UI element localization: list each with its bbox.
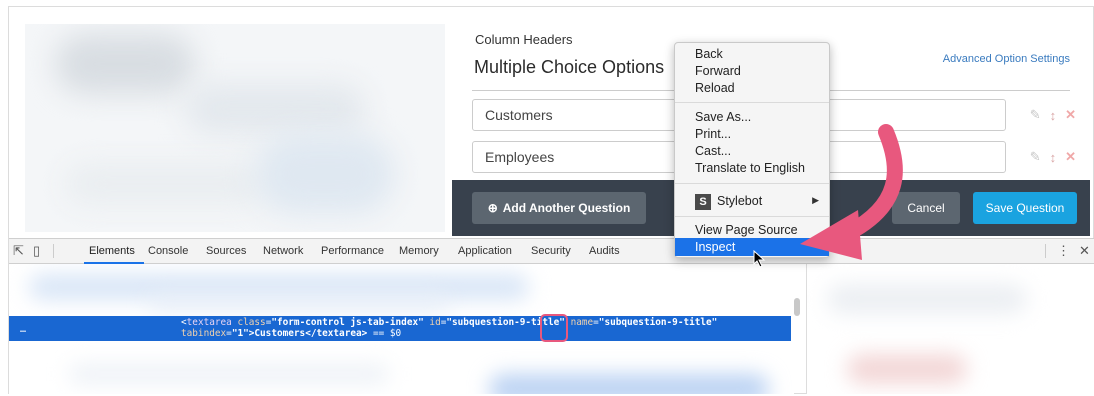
id-highlight-annotation <box>540 314 568 342</box>
tab-sources[interactable]: Sources <box>206 245 246 257</box>
menu-item-print[interactable]: Print... <box>695 127 731 141</box>
menu-item-view-page-source[interactable]: View Page Source <box>695 223 798 237</box>
screenshot-frame: Column Headers Multiple Choice Options A… <box>0 0 1094 396</box>
code-suffix: == $0 <box>372 328 402 339</box>
add-question-label: Add Another Question <box>502 201 631 215</box>
tab-performance[interactable]: Performance <box>321 245 384 257</box>
column-headers-label: Column Headers <box>475 32 573 47</box>
code-value: "subquestion-9-title" <box>598 317 718 328</box>
devtools-tab-bar: ⇱ ▯ Elements Console Sources Network Per… <box>9 238 1094 264</box>
delete-icon[interactable]: ✕ <box>1065 149 1076 165</box>
menu-separator <box>675 102 829 103</box>
ellipsis-marker: … <box>20 324 27 335</box>
menu-item-forward[interactable]: Forward <box>695 64 741 78</box>
tab-separator <box>1045 244 1046 258</box>
move-icon[interactable]: ↕ <box>1050 108 1057 123</box>
menu-item-save-as[interactable]: Save As... <box>695 110 751 124</box>
tab-separator <box>53 244 54 258</box>
option-actions: ✎ ↕ ✕ <box>1016 141 1076 173</box>
menu-item-translate[interactable]: Translate to English <box>695 161 805 175</box>
menu-item-inspect[interactable]: Inspect <box>695 240 735 254</box>
delete-icon[interactable]: ✕ <box>1065 107 1076 123</box>
menu-item-back[interactable]: Back <box>695 47 723 61</box>
submenu-arrow-icon: ▶ <box>812 195 819 205</box>
code-tag: textarea <box>186 317 232 328</box>
code-content: >Customers</textarea> <box>248 328 368 339</box>
tab-security[interactable]: Security <box>531 245 571 257</box>
save-question-button[interactable]: Save Question <box>973 192 1077 224</box>
menu-item-reload[interactable]: Reload <box>695 81 735 95</box>
option-actions: ✎ ↕ ✕ <box>1016 99 1076 131</box>
code-attr: id <box>429 317 441 328</box>
code-value: "form-control js-tab-index" <box>271 317 424 328</box>
code-attr: class <box>237 317 266 328</box>
code-attr: name <box>570 317 594 328</box>
tab-elements[interactable]: Elements <box>89 245 135 257</box>
advanced-option-settings-link[interactable]: Advanced Option Settings <box>943 53 1070 65</box>
device-toolbar-icon[interactable]: ▯ <box>33 243 40 259</box>
pencil-icon[interactable]: ✎ <box>1030 107 1041 123</box>
menu-item-cast[interactable]: Cast... <box>695 144 731 158</box>
mouse-cursor-icon <box>753 250 766 268</box>
tab-console[interactable]: Console <box>148 245 188 257</box>
tab-network[interactable]: Network <box>263 245 303 257</box>
inspect-element-icon[interactable]: ⇱ <box>13 243 24 259</box>
code-value: "1" <box>231 328 249 339</box>
close-icon[interactable]: ✕ <box>1079 243 1090 259</box>
tab-application[interactable]: Application <box>458 245 512 257</box>
code-attr: tabindex <box>181 328 227 339</box>
section-title: Multiple Choice Options <box>474 57 665 77</box>
menu-separator <box>675 183 829 184</box>
devtools-scrollbar[interactable] <box>794 298 800 316</box>
pencil-icon[interactable]: ✎ <box>1030 149 1041 165</box>
tab-memory[interactable]: Memory <box>399 245 439 257</box>
devtools-styles-pane <box>806 264 1094 394</box>
plus-circle-icon: ⊕ <box>487 201 498 215</box>
tab-audits[interactable]: Audits <box>589 245 620 257</box>
blurred-preview <box>25 24 445 232</box>
add-another-question-button[interactable]: ⊕ Add Another Question <box>472 192 646 224</box>
more-options-icon[interactable]: ⋮ <box>1057 243 1070 259</box>
menu-separator <box>675 216 829 217</box>
selected-dom-node[interactable]: … <textarea class="form-control js-tab-in… <box>9 316 791 341</box>
menu-item-stylebot[interactable]: Stylebot <box>717 194 762 208</box>
stylebot-icon: S <box>695 194 711 210</box>
cancel-button[interactable]: Cancel <box>892 192 960 224</box>
move-icon[interactable]: ↕ <box>1050 150 1057 165</box>
context-menu: Back Forward Reload Save As... Print... … <box>674 42 830 258</box>
